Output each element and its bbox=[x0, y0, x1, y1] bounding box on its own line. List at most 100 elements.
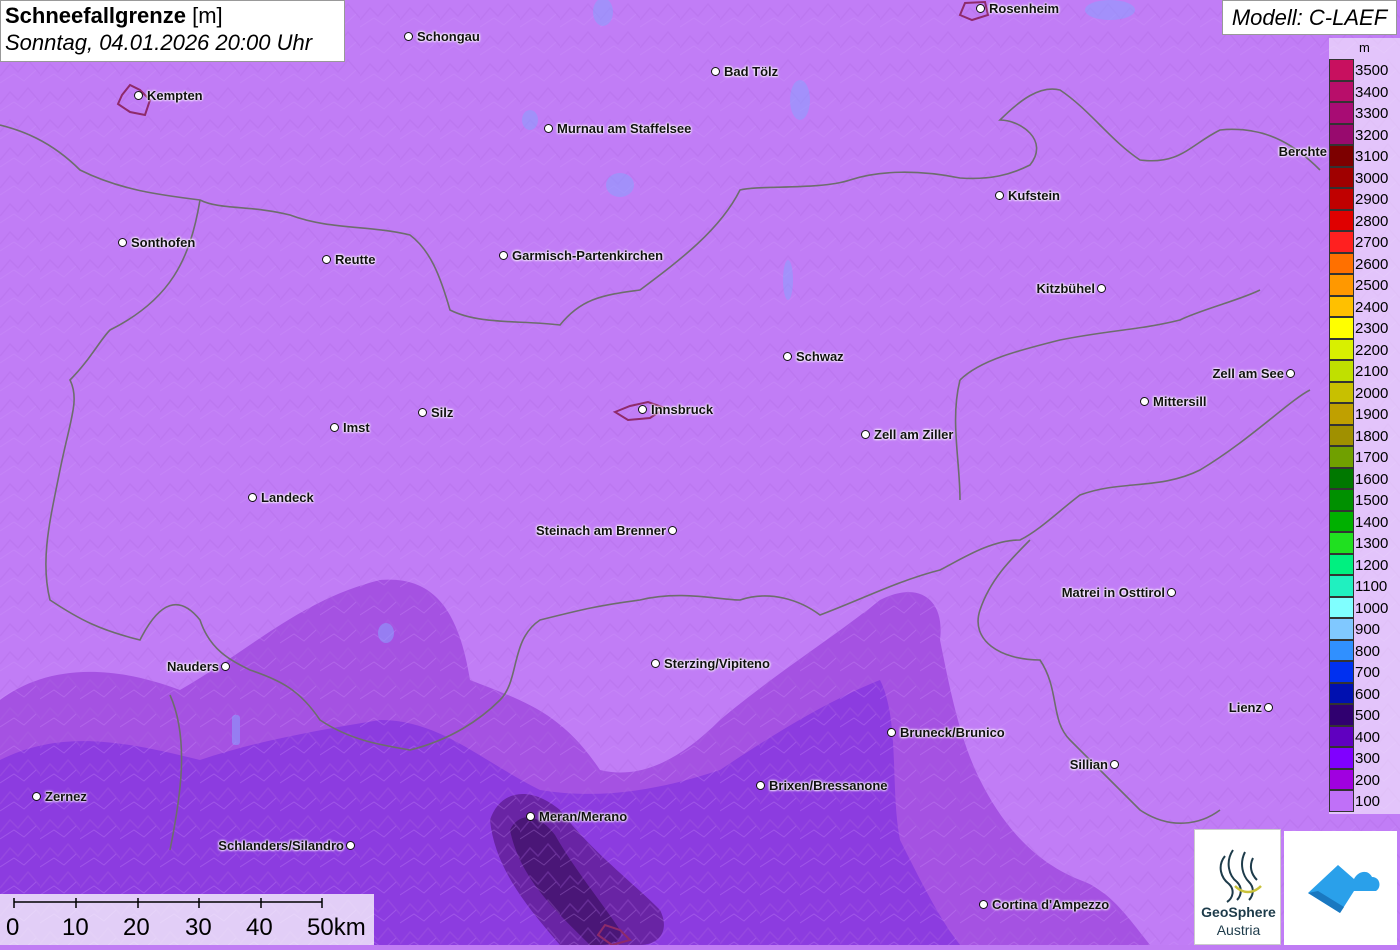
legend-label: 800 bbox=[1355, 642, 1381, 660]
legend-swatch bbox=[1329, 274, 1354, 296]
legend-swatch bbox=[1329, 596, 1354, 618]
map-canvas[interactable] bbox=[0, 0, 1400, 945]
legend-label: 2800 bbox=[1355, 212, 1389, 230]
legend-unit: m bbox=[1359, 40, 1370, 55]
city-label: Schwaz bbox=[796, 349, 844, 364]
geosphere-name: GeoSphere bbox=[1201, 904, 1276, 920]
legend-swatch bbox=[1329, 575, 1354, 597]
city-dot-icon bbox=[756, 781, 765, 790]
legend-item: 1800 bbox=[1329, 424, 1400, 446]
city-dot-icon bbox=[248, 493, 257, 502]
legend-swatch bbox=[1329, 317, 1354, 339]
legend-swatch bbox=[1329, 80, 1354, 102]
model-label: Modell: C-LAEF bbox=[1222, 0, 1397, 35]
city-label: Reutte bbox=[335, 252, 376, 267]
city-dot-icon bbox=[330, 423, 339, 432]
map-title-box: Schneefallgrenze [m] Sonntag, 04.01.2026… bbox=[0, 0, 345, 62]
scale-tick-50km: 50km bbox=[307, 914, 366, 941]
legend-label: 2000 bbox=[1355, 384, 1389, 402]
legend-label: 1800 bbox=[1355, 427, 1389, 445]
legend-swatch bbox=[1329, 209, 1354, 231]
legend-item: 700 bbox=[1329, 661, 1400, 683]
legend-swatch bbox=[1329, 704, 1354, 726]
legend-label: 900 bbox=[1355, 621, 1381, 638]
city-label: Meran/Merano bbox=[539, 809, 628, 824]
legend-item: 3000 bbox=[1329, 166, 1400, 188]
legend-item: 200 bbox=[1329, 768, 1400, 790]
city-dot-icon bbox=[1097, 284, 1106, 293]
geosphere-logo[interactable]: GeoSphere Austria bbox=[1194, 829, 1281, 945]
legend-item: 3300 bbox=[1329, 102, 1400, 124]
legend-item: 1600 bbox=[1329, 467, 1400, 489]
legend-label: 1200 bbox=[1355, 556, 1389, 574]
legend-item: 2000 bbox=[1329, 381, 1400, 403]
legend-item: 3500 bbox=[1329, 59, 1400, 81]
legend-label: 3100 bbox=[1355, 148, 1389, 165]
legend-item: 600 bbox=[1329, 682, 1400, 704]
legend-item: 2200 bbox=[1329, 338, 1400, 360]
legend-label: 2300 bbox=[1355, 320, 1389, 337]
legend-item: 1000 bbox=[1329, 596, 1400, 618]
city-label: Innsbruck bbox=[651, 402, 714, 417]
city-dot-icon bbox=[668, 526, 677, 535]
city-label: Cortina d'Ampezzo bbox=[992, 897, 1110, 912]
scale-tick-10: 10 bbox=[62, 914, 89, 941]
legend-item: 300 bbox=[1329, 747, 1400, 769]
legend-label: 1100 bbox=[1355, 578, 1388, 595]
legend-label: 2200 bbox=[1355, 341, 1389, 359]
legend-label: 3400 bbox=[1355, 83, 1389, 101]
city-dot-icon bbox=[526, 812, 535, 821]
legend-label: 2100 bbox=[1355, 363, 1389, 380]
city-label: Sonthofen bbox=[131, 235, 196, 250]
city-label: Berchte bbox=[1278, 144, 1327, 159]
legend-item: 2100 bbox=[1329, 360, 1400, 382]
scale-tick-40: 40 bbox=[246, 914, 273, 941]
city-label: Matrei in Osttirol bbox=[1061, 585, 1165, 600]
legend-item: 1900 bbox=[1329, 403, 1400, 425]
legend-label: 1900 bbox=[1355, 406, 1389, 423]
city-dot-icon bbox=[404, 32, 413, 41]
legend-item: 2600 bbox=[1329, 252, 1400, 274]
legend-item: 100 bbox=[1329, 790, 1400, 812]
city-dot-icon bbox=[1140, 397, 1149, 406]
legend-swatch bbox=[1329, 510, 1354, 532]
legend-label: 700 bbox=[1355, 664, 1381, 681]
cloud-mountain-icon bbox=[1308, 865, 1380, 913]
legend-swatch bbox=[1329, 747, 1354, 769]
geosphere-country: Austria bbox=[1216, 922, 1261, 938]
legend-swatch bbox=[1329, 59, 1354, 81]
legend-swatch bbox=[1329, 231, 1354, 253]
color-legend: m 3500 3400 3300 3200 3100 3000 2900 2800 2700 26… bbox=[1329, 38, 1400, 814]
legend-swatch bbox=[1329, 188, 1354, 210]
legend-swatch bbox=[1329, 446, 1354, 468]
legend-swatch bbox=[1329, 338, 1354, 360]
legend-item: 1400 bbox=[1329, 510, 1400, 532]
legend-swatch bbox=[1329, 295, 1354, 317]
city-label: Kempten bbox=[147, 88, 203, 103]
city-label: Schongau bbox=[417, 29, 480, 44]
legend-swatch bbox=[1329, 553, 1354, 575]
legend-item: 3200 bbox=[1329, 123, 1400, 145]
legend-item: 2900 bbox=[1329, 188, 1400, 210]
scale-bar: 0 10 20 30 40 50km bbox=[0, 894, 374, 945]
city-label: Schlanders/Silandro bbox=[218, 838, 344, 853]
city-label: Bad Tölz bbox=[724, 64, 779, 79]
legend-label: 100 bbox=[1355, 793, 1381, 810]
legend-item: 3100 bbox=[1329, 145, 1400, 167]
cloud-logo[interactable] bbox=[1284, 831, 1397, 945]
legend-label: 1000 bbox=[1355, 599, 1389, 617]
legend-swatch bbox=[1329, 467, 1354, 489]
legend-item: 3400 bbox=[1329, 80, 1400, 102]
legend-swatch bbox=[1329, 639, 1354, 661]
legend-label: 2700 bbox=[1355, 234, 1389, 251]
city-label: Bruneck/Brunico bbox=[900, 725, 1005, 740]
legend-item: 1100 bbox=[1329, 575, 1400, 597]
city-dot-icon bbox=[979, 900, 988, 909]
legend-label: 3000 bbox=[1355, 169, 1389, 187]
legend-label: 2900 bbox=[1355, 191, 1389, 208]
legend-swatch bbox=[1329, 532, 1354, 554]
legend-label: 3300 bbox=[1355, 105, 1389, 122]
legend-label: 3200 bbox=[1355, 126, 1389, 144]
city-dot-icon bbox=[322, 255, 331, 264]
legend-swatch bbox=[1329, 661, 1354, 683]
